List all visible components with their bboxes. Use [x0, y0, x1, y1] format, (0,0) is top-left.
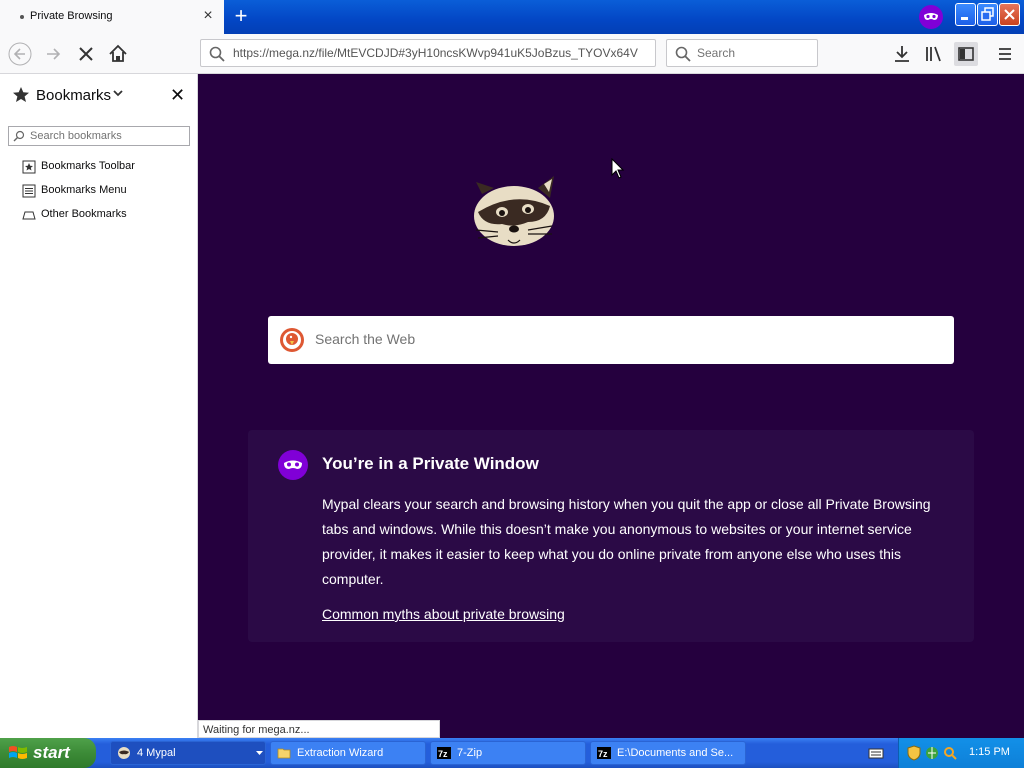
status-panel: Waiting for mega.nz... [198, 720, 440, 738]
private-browsing-myths-link[interactable]: Common myths about private browsing [322, 606, 565, 622]
taskbar-item-label: 7-Zip [457, 747, 483, 759]
sidebar-item-label: Bookmarks Menu [41, 184, 127, 196]
new-tab-button[interactable]: + [229, 4, 253, 28]
sidebar-item-bookmarks-menu[interactable]: Bookmarks Menu [22, 182, 192, 200]
private-window-description: Mypal clears your search and browsing hi… [322, 496, 931, 587]
bookmarks-search-placeholder: Search bookmarks [30, 130, 122, 142]
sidebar-item-label: Bookmarks Toolbar [41, 160, 135, 172]
bookmarks-toolbar-icon [22, 160, 36, 174]
mypal-icon [118, 747, 130, 759]
shield-icon[interactable] [907, 745, 921, 761]
system-tray: 1:15 PM [898, 738, 1024, 768]
url-bar[interactable]: https://mega.nz/file/MtEVCDJD#3yH10ncsKW… [200, 39, 656, 67]
status-text: Waiting for mega.nz... [203, 724, 310, 736]
window-close-button[interactable] [999, 3, 1020, 26]
home-icon[interactable] [106, 42, 130, 66]
tab-title: Private Browsing [30, 10, 113, 22]
sidebar-toggle-icon[interactable] [954, 42, 978, 66]
private-window-info-box: You’re in a Private Window Mypal clears … [248, 430, 974, 642]
window-minimize-button[interactable] [955, 3, 976, 26]
taskbar-item-mypal[interactable]: 4 Mypal [110, 741, 266, 765]
search-icon [209, 46, 225, 62]
back-icon[interactable] [8, 42, 32, 66]
forward-icon[interactable] [42, 42, 66, 66]
url-text: https://mega.nz/file/MtEVCDJD#3yH10ncsKW… [233, 46, 638, 60]
tab-private-browsing[interactable]: Private Browsing × [0, 0, 224, 34]
taskbar-item-documents[interactable]: 7z E:\Documents and Se... [590, 741, 746, 765]
bookmarks-menu-icon [22, 184, 36, 198]
duckduckgo-icon [280, 328, 304, 352]
private-browsing-mask-icon [919, 5, 943, 29]
downloads-icon[interactable] [890, 42, 914, 66]
mouse-cursor-icon [611, 158, 625, 179]
search-icon [13, 130, 25, 142]
tab-close-button[interactable]: × [200, 7, 216, 25]
raccoon-logo-icon [474, 176, 554, 246]
menu-icon[interactable] [993, 42, 1017, 66]
star-icon [13, 87, 29, 102]
start-button[interactable]: start [0, 738, 96, 768]
web-search-input[interactable]: Search the Web [268, 316, 954, 364]
tab-strip: Private Browsing × + [0, 0, 1024, 34]
windows-flag-icon [9, 746, 27, 759]
clock: 1:15 PM [969, 746, 1010, 758]
folder-icon [22, 211, 36, 220]
start-label: start [33, 743, 70, 762]
network-icon[interactable] [925, 745, 939, 761]
taskbar-item-label: 4 Mypal [137, 747, 176, 759]
search-bar[interactable]: Search [666, 39, 818, 67]
tab-loading-indicator [20, 15, 24, 19]
search-icon[interactable] [943, 745, 957, 761]
bookmarks-sidebar: Bookmarks ✕ Search bookmarks Bookmarks T… [0, 74, 198, 738]
7zip-icon: 7z [437, 747, 451, 759]
chevron-down-icon [256, 751, 263, 755]
sidebar-item-bookmarks-toolbar[interactable]: Bookmarks Toolbar [22, 158, 192, 176]
search-icon [675, 46, 691, 62]
chevron-down-icon[interactable] [113, 88, 123, 98]
taskbar-item-extraction-wizard[interactable]: Extraction Wizard [270, 741, 426, 765]
svg-text:7z: 7z [438, 749, 448, 759]
private-mask-icon [278, 450, 308, 480]
7zip-icon: 7z [597, 747, 611, 759]
svg-text:7z: 7z [598, 749, 608, 759]
sidebar-close-button[interactable]: ✕ [170, 86, 185, 104]
library-icon[interactable] [922, 42, 946, 66]
taskbar-item-label: Extraction Wizard [297, 747, 384, 759]
search-placeholder: Search [697, 46, 736, 60]
taskbar-item-label: E:\Documents and Se... [617, 747, 734, 759]
sidebar-item-other-bookmarks[interactable]: Other Bookmarks [22, 206, 192, 224]
stop-icon[interactable] [74, 42, 98, 66]
window-restore-button[interactable] [977, 3, 998, 26]
sidebar-item-label: Other Bookmarks [41, 208, 127, 220]
private-window-title: You’re in a Private Window [322, 454, 539, 473]
taskbar-item-7zip[interactable]: 7z 7-Zip [430, 741, 586, 765]
keyboard-icon[interactable] [868, 746, 884, 760]
web-search-placeholder: Search the Web [315, 331, 416, 347]
windows-taskbar: start 4 Mypal Extraction Wizard 7z 7-Zip… [0, 738, 1024, 768]
navigation-toolbar: https://mega.nz/file/MtEVCDJD#3yH10ncsKW… [0, 34, 1024, 74]
sidebar-title[interactable]: Bookmarks [36, 87, 111, 104]
folder-icon [277, 748, 291, 759]
bookmarks-search-input[interactable]: Search bookmarks [8, 126, 190, 146]
